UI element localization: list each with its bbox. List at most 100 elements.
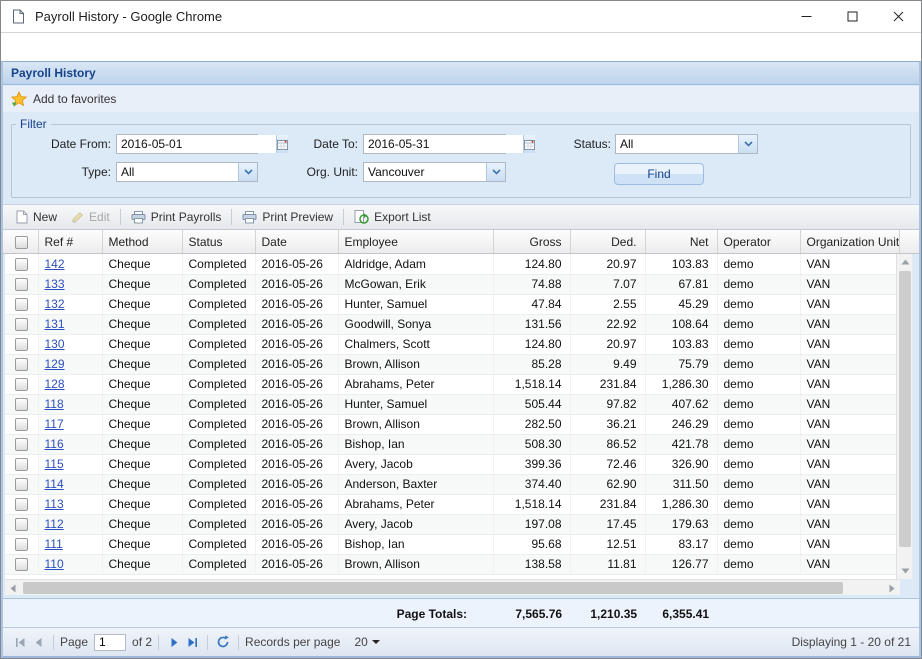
minimize-icon[interactable] — [783, 1, 829, 32]
row-checkbox[interactable] — [15, 298, 28, 311]
org-unit-chevron-down-icon[interactable] — [486, 163, 505, 181]
cell-status: Completed — [182, 394, 255, 414]
scroll-left-icon[interactable] — [5, 580, 21, 596]
table-row[interactable]: 130 Cheque Completed 2016-05-26 Chalmers… — [5, 334, 900, 354]
cell-date: 2016-05-26 — [255, 334, 338, 354]
ref-link[interactable]: 131 — [45, 317, 65, 331]
table-row[interactable]: 110 Cheque Completed 2016-05-26 Brown, A… — [5, 554, 900, 574]
table-row[interactable]: 133 Cheque Completed 2016-05-26 McGowan,… — [5, 274, 900, 294]
row-checkbox[interactable] — [15, 538, 28, 551]
ref-link[interactable]: 142 — [45, 257, 65, 271]
table-row[interactable]: 117 Cheque Completed 2016-05-26 Brown, A… — [5, 414, 900, 434]
row-checkbox[interactable] — [15, 458, 28, 471]
next-page-icon[interactable] — [165, 633, 183, 651]
ref-link[interactable]: 114 — [45, 477, 64, 491]
refresh-icon[interactable] — [214, 633, 232, 651]
last-page-icon[interactable] — [183, 633, 201, 651]
table-row[interactable]: 129 Cheque Completed 2016-05-26 Brown, A… — [5, 354, 900, 374]
table-row[interactable]: 118 Cheque Completed 2016-05-26 Hunter, … — [5, 394, 900, 414]
scroll-up-icon[interactable] — [897, 254, 913, 270]
row-checkbox[interactable] — [15, 518, 28, 531]
row-checkbox[interactable] — [15, 438, 28, 451]
row-checkbox[interactable] — [15, 358, 28, 371]
print-payrolls-button[interactable]: Print Payrolls — [124, 208, 229, 226]
export-list-button[interactable]: Export List — [347, 208, 438, 226]
cell-org-unit: VAN — [800, 314, 900, 334]
ref-link[interactable]: 133 — [45, 277, 65, 291]
org-unit-combobox[interactable]: Vancouver — [363, 162, 506, 182]
row-checkbox[interactable] — [15, 338, 28, 351]
cell-gross: 124.80 — [493, 254, 570, 274]
table-row[interactable]: 128 Cheque Completed 2016-05-26 Abrahams… — [5, 374, 900, 394]
type-chevron-down-icon[interactable] — [238, 163, 257, 181]
date-from-input[interactable] — [117, 135, 276, 153]
table-row[interactable]: 112 Cheque Completed 2016-05-26 Avery, J… — [5, 514, 900, 534]
table-row[interactable]: 113 Cheque Completed 2016-05-26 Abrahams… — [5, 494, 900, 514]
horizontal-scrollbar[interactable] — [5, 579, 900, 595]
cell-org-unit: VAN — [800, 514, 900, 534]
close-icon[interactable] — [875, 1, 921, 32]
prev-page-icon[interactable] — [29, 633, 47, 651]
date-from-field[interactable] — [116, 134, 258, 154]
ref-link[interactable]: 132 — [45, 297, 65, 311]
type-combobox[interactable]: All — [116, 162, 258, 182]
table-row[interactable]: 132 Cheque Completed 2016-05-26 Hunter, … — [5, 294, 900, 314]
select-all-checkbox[interactable] — [15, 236, 28, 249]
new-button[interactable]: New — [9, 208, 64, 226]
records-per-page-select[interactable]: 20 — [354, 635, 379, 649]
find-button[interactable]: Find — [614, 163, 704, 185]
vertical-scrollbar-thumb[interactable] — [899, 271, 911, 547]
add-to-favorites-link[interactable]: Add to favorites — [33, 92, 116, 106]
table-row[interactable]: 116 Cheque Completed 2016-05-26 Bishop, … — [5, 434, 900, 454]
table-row[interactable]: 142 Cheque Completed 2016-05-26 Aldridge… — [5, 254, 900, 274]
table-row[interactable]: 114 Cheque Completed 2016-05-26 Anderson… — [5, 474, 900, 494]
row-checkbox[interactable] — [15, 398, 28, 411]
ref-link[interactable]: 112 — [45, 517, 64, 531]
column-header-ref[interactable]: Ref # — [38, 230, 102, 253]
ref-link[interactable]: 117 — [45, 417, 64, 431]
column-header-org-unit[interactable]: Organization Unit — [800, 230, 900, 253]
row-checkbox[interactable] — [15, 278, 28, 291]
column-header-net[interactable]: Net — [645, 230, 717, 253]
column-header-ded[interactable]: Ded. — [570, 230, 645, 253]
status-combobox[interactable]: All — [615, 134, 758, 154]
column-header-gross[interactable]: Gross — [493, 230, 570, 253]
date-to-input[interactable] — [364, 135, 523, 153]
row-checkbox[interactable] — [15, 258, 28, 271]
edit-button[interactable]: Edit — [64, 208, 117, 226]
ref-link[interactable]: 130 — [45, 337, 65, 351]
row-checkbox[interactable] — [15, 558, 28, 571]
vertical-scrollbar[interactable] — [896, 254, 912, 579]
status-chevron-down-icon[interactable] — [738, 135, 757, 153]
column-header-method[interactable]: Method — [102, 230, 182, 253]
row-checkbox[interactable] — [15, 478, 28, 491]
table-row[interactable]: 115 Cheque Completed 2016-05-26 Avery, J… — [5, 454, 900, 474]
column-header-status[interactable]: Status — [182, 230, 255, 253]
page-number-input[interactable] — [94, 634, 126, 651]
row-checkbox[interactable] — [15, 318, 28, 331]
column-header-employee[interactable]: Employee — [338, 230, 493, 253]
ref-link[interactable]: 116 — [45, 437, 64, 451]
print-preview-button[interactable]: Print Preview — [235, 208, 340, 226]
ref-link[interactable]: 128 — [45, 377, 65, 391]
ref-link[interactable]: 110 — [45, 557, 64, 571]
horizontal-scrollbar-thumb[interactable] — [23, 582, 843, 594]
maximize-icon[interactable] — [829, 1, 875, 32]
row-checkbox[interactable] — [15, 418, 28, 431]
ref-link[interactable]: 115 — [45, 457, 64, 471]
scroll-down-icon[interactable] — [897, 563, 913, 579]
table-row[interactable]: 111 Cheque Completed 2016-05-26 Bishop, … — [5, 534, 900, 554]
scroll-right-icon[interactable] — [884, 580, 900, 596]
column-header-date[interactable]: Date — [255, 230, 338, 253]
ref-link[interactable]: 113 — [45, 497, 64, 511]
date-to-field[interactable] — [363, 134, 506, 154]
row-checkbox[interactable] — [15, 378, 28, 391]
row-checkbox[interactable] — [15, 498, 28, 511]
column-header-operator[interactable]: Operator — [717, 230, 800, 253]
table-row[interactable]: 131 Cheque Completed 2016-05-26 Goodwill… — [5, 314, 900, 334]
cell-ref: 115 — [38, 454, 102, 474]
ref-link[interactable]: 118 — [45, 397, 64, 411]
ref-link[interactable]: 129 — [45, 357, 65, 371]
first-page-icon[interactable] — [11, 633, 29, 651]
ref-link[interactable]: 111 — [45, 537, 63, 551]
